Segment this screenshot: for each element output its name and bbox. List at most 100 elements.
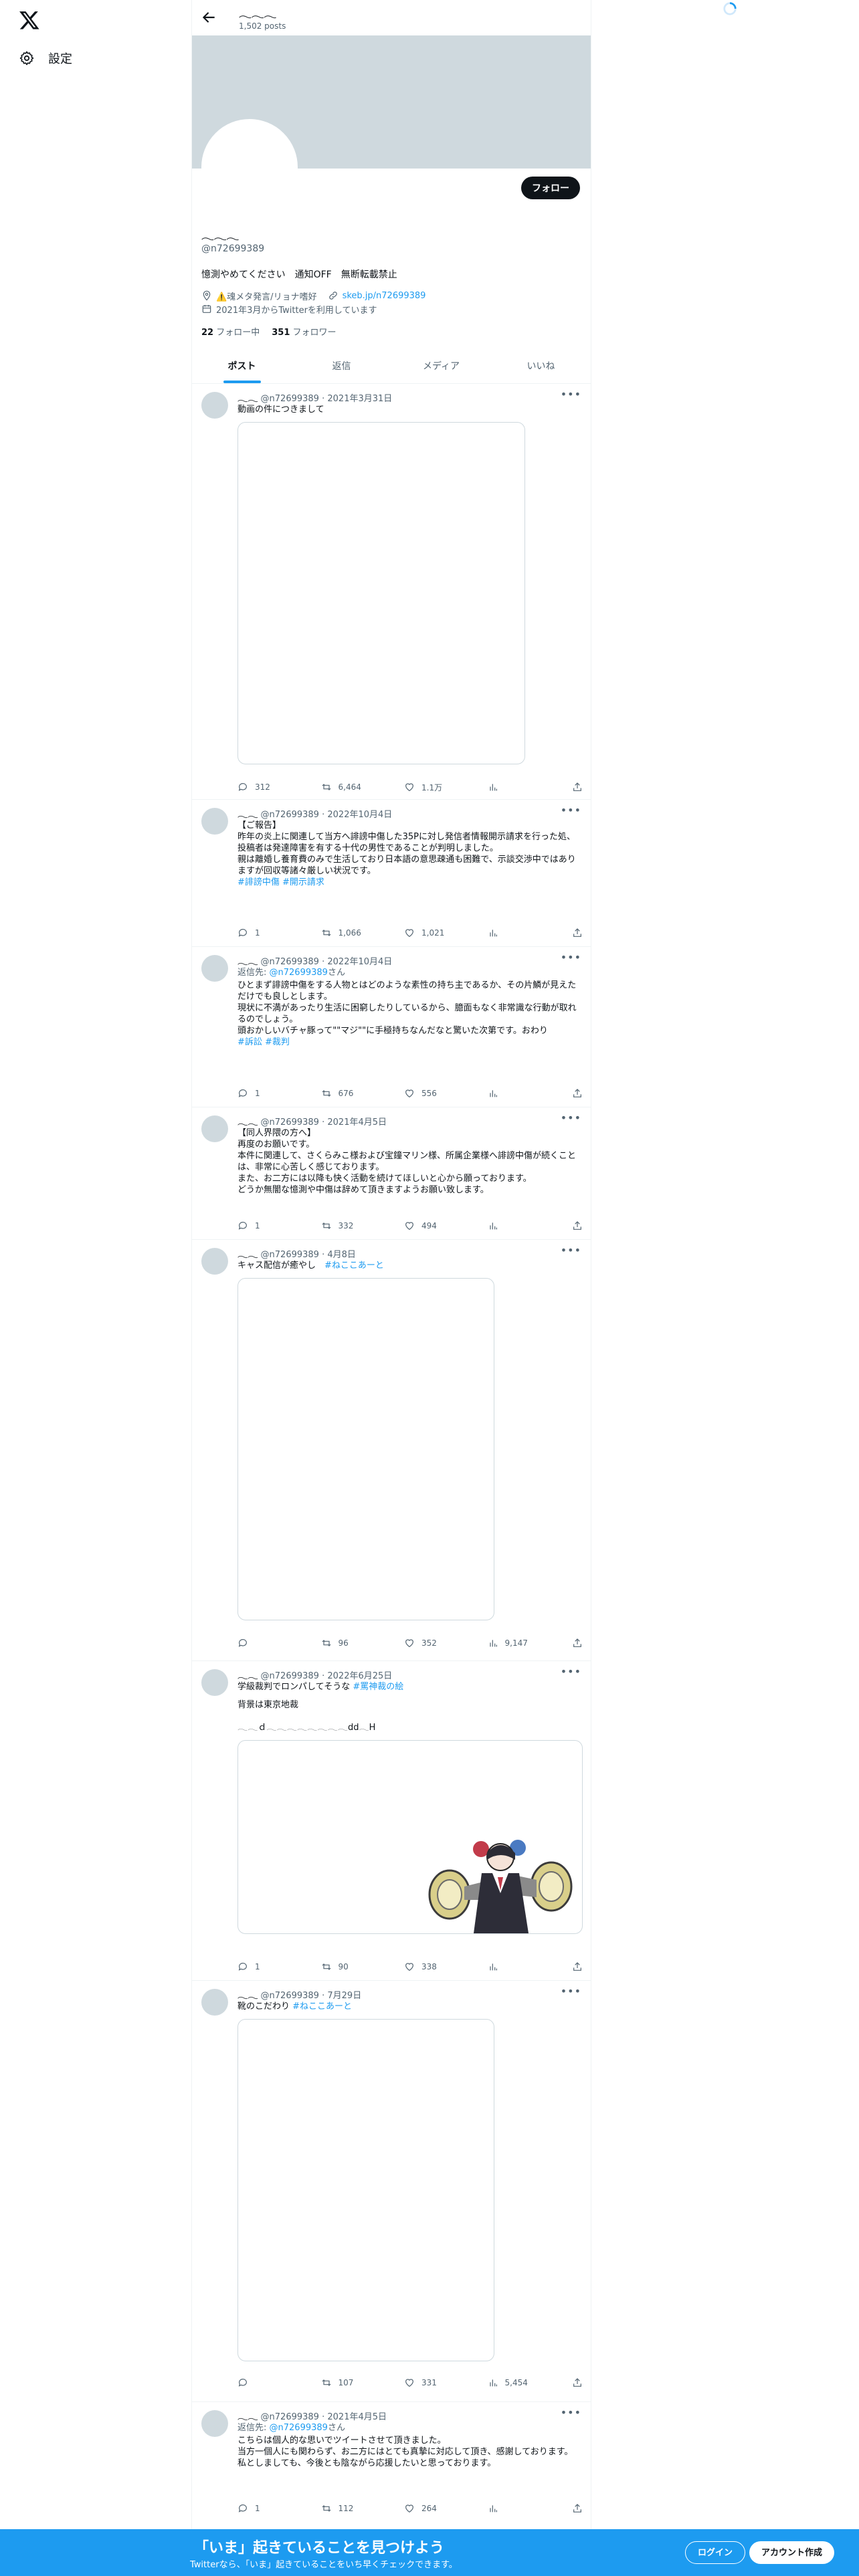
- tweet-avatar[interactable]: [201, 1115, 228, 1142]
- reply-button[interactable]: [237, 1638, 284, 1648]
- tweet-date[interactable]: 2022年6月25日: [327, 1671, 392, 1681]
- share-button[interactable]: [571, 928, 583, 938]
- tweet-date[interactable]: 2021年4月5日: [327, 2412, 387, 2422]
- x-logo[interactable]: [19, 9, 40, 31]
- tweet-hashtags[interactable]: #誹謗中傷 #開示請求: [237, 877, 583, 888]
- share-button[interactable]: [571, 1961, 583, 1972]
- reply-button[interactable]: 1: [237, 1961, 284, 1972]
- tweet-avatar[interactable]: [201, 1248, 228, 1275]
- tweet[interactable]: 𓂃𓂃 @n72699389 · 2021年4月5日 【同人界隈の方へ】 再度のお…: [192, 1107, 591, 1240]
- tweet[interactable]: 𓂃𓂃 @n72699389 · 2022年10月4日 返信先: @n726993…: [192, 947, 591, 1107]
- tweet-video[interactable]: [237, 2019, 494, 2361]
- followers-stat[interactable]: 351 フォロワー: [272, 325, 336, 338]
- tweet-avatar[interactable]: [201, 392, 228, 419]
- views-button[interactable]: [488, 2503, 535, 2514]
- views-button[interactable]: [488, 928, 535, 938]
- tweet-author-handle[interactable]: @n72699389: [261, 1250, 319, 1260]
- settings-nav-item[interactable]: 設定: [19, 47, 72, 70]
- reply-button[interactable]: [237, 2377, 284, 2388]
- tweet-date[interactable]: 2021年4月5日: [327, 1117, 387, 1128]
- tab-likes[interactable]: いいね: [491, 348, 591, 383]
- tweet[interactable]: 𓂃𓂃 @n72699389 · 2021年3月31日 動画の件につきまして ••…: [192, 384, 591, 800]
- tab-replies[interactable]: 返信: [292, 348, 391, 383]
- tweet-author-name[interactable]: 𓂃𓂃: [237, 2412, 258, 2422]
- tweet-author-name[interactable]: 𓂃𓂃: [237, 810, 258, 820]
- tweet[interactable]: 𓂃𓂃 @n72699389 · 7月29日 靴のこだわり #ねここあーと •••…: [192, 1981, 591, 2402]
- more-options-icon[interactable]: •••: [561, 1985, 581, 1998]
- tweet-avatar[interactable]: [201, 808, 228, 835]
- more-options-icon[interactable]: •••: [561, 2406, 581, 2419]
- like-button[interactable]: 352: [404, 1638, 451, 1648]
- like-button[interactable]: 264: [404, 2503, 451, 2514]
- tweet-avatar[interactable]: [201, 1989, 228, 2016]
- retweet-button[interactable]: 6,464: [321, 782, 368, 792]
- tweet-author-name[interactable]: 𓂃𓂃: [237, 1671, 258, 1681]
- retweet-button[interactable]: 112: [321, 2503, 368, 2514]
- tab-media[interactable]: メディア: [391, 348, 491, 383]
- tweet-date[interactable]: 7月29日: [327, 1991, 361, 2001]
- retweet-button[interactable]: 107: [321, 2377, 368, 2388]
- retweet-button[interactable]: 332: [321, 1220, 368, 1231]
- share-button[interactable]: [571, 1220, 583, 1231]
- views-button[interactable]: [488, 1220, 535, 1231]
- share-button[interactable]: [571, 2377, 583, 2388]
- tweet[interactable]: 𓂃𓂃 @n72699389 · 2022年10月4日 【ご報告】 昨年の炎上に関…: [192, 800, 591, 947]
- profile-avatar[interactable]: [201, 119, 298, 215]
- tweet-video[interactable]: [237, 1278, 494, 1620]
- tweet-date[interactable]: 2022年10月4日: [327, 957, 392, 967]
- tweet-author-handle[interactable]: @n72699389: [261, 957, 319, 967]
- tweet[interactable]: 𓂃𓂃 @n72699389 · 2021年4月5日 返信先: @n7269938…: [192, 2402, 591, 2529]
- like-button[interactable]: 338: [404, 1961, 451, 1972]
- tweet-author-handle[interactable]: @n72699389: [261, 394, 319, 404]
- tweet-date[interactable]: 4月8日: [327, 1250, 356, 1260]
- profile-link[interactable]: skeb.jp/n72699389: [343, 291, 426, 301]
- follow-button[interactable]: フォロー: [521, 177, 580, 199]
- reply-to-handle[interactable]: @n72699389: [270, 2423, 328, 2433]
- like-button[interactable]: 331: [404, 2377, 451, 2388]
- tweet-author-name[interactable]: 𓂃𓂃: [237, 957, 258, 967]
- tweet-author-handle[interactable]: @n72699389: [261, 2412, 319, 2422]
- like-button[interactable]: 494: [404, 1220, 451, 1231]
- reply-button[interactable]: 312: [237, 782, 284, 792]
- login-button[interactable]: ログイン: [685, 2541, 746, 2564]
- tweet-hashtag[interactable]: #罵神裁の絵: [353, 1682, 403, 1692]
- tweet-date[interactable]: 2022年10月4日: [327, 810, 392, 820]
- reply-button[interactable]: 1: [237, 1088, 284, 1099]
- more-options-icon[interactable]: •••: [561, 804, 581, 817]
- tweet-author-name[interactable]: 𓂃𓂃: [237, 394, 258, 404]
- like-button[interactable]: 1.1万: [404, 782, 451, 793]
- reply-button[interactable]: 1: [237, 1220, 284, 1231]
- views-button[interactable]: 5,454: [488, 2377, 535, 2388]
- tweet-avatar[interactable]: [201, 1669, 228, 1696]
- tweet-video[interactable]: [237, 422, 525, 764]
- tweet-date[interactable]: 2021年3月31日: [327, 394, 392, 404]
- retweet-button[interactable]: 1,066: [321, 928, 368, 938]
- reply-button[interactable]: 1: [237, 2503, 284, 2514]
- tweet-author-name[interactable]: 𓂃𓂃: [237, 1991, 258, 2001]
- tweet-author-name[interactable]: 𓂃𓂃: [237, 1250, 258, 1260]
- tweet-hashtags[interactable]: #訴訟 #裁判: [237, 1037, 583, 1048]
- share-button[interactable]: [571, 2503, 583, 2514]
- tab-posts[interactable]: ポスト: [192, 348, 292, 383]
- back-arrow-icon[interactable]: [200, 9, 217, 26]
- tweet-avatar[interactable]: [201, 955, 228, 982]
- more-options-icon[interactable]: •••: [561, 388, 581, 401]
- retweet-button[interactable]: 676: [321, 1088, 368, 1099]
- following-stat[interactable]: 22 フォロー中: [201, 325, 260, 338]
- more-options-icon[interactable]: •••: [561, 1111, 581, 1124]
- more-options-icon[interactable]: •••: [561, 951, 581, 964]
- like-button[interactable]: 1,021: [404, 928, 451, 938]
- tweet-hashtag[interactable]: #ねここあーと: [292, 2002, 352, 2012]
- tweet-author-handle[interactable]: @n72699389: [261, 1991, 319, 2001]
- retweet-button[interactable]: 90: [321, 1961, 368, 1972]
- share-button[interactable]: [571, 782, 583, 792]
- tweet-image[interactable]: [237, 1740, 583, 1934]
- more-options-icon[interactable]: •••: [561, 1665, 581, 1678]
- tweet-author-handle[interactable]: @n72699389: [261, 1671, 319, 1681]
- tweet[interactable]: 𓂃𓂃 @n72699389 · 2022年6月25日 学級裁判でロンパしてそうな…: [192, 1661, 591, 1981]
- share-button[interactable]: [571, 1638, 583, 1648]
- tweet-avatar[interactable]: [201, 2410, 228, 2437]
- retweet-button[interactable]: 96: [321, 1638, 368, 1648]
- views-button[interactable]: [488, 1088, 535, 1099]
- views-button[interactable]: [488, 1961, 535, 1972]
